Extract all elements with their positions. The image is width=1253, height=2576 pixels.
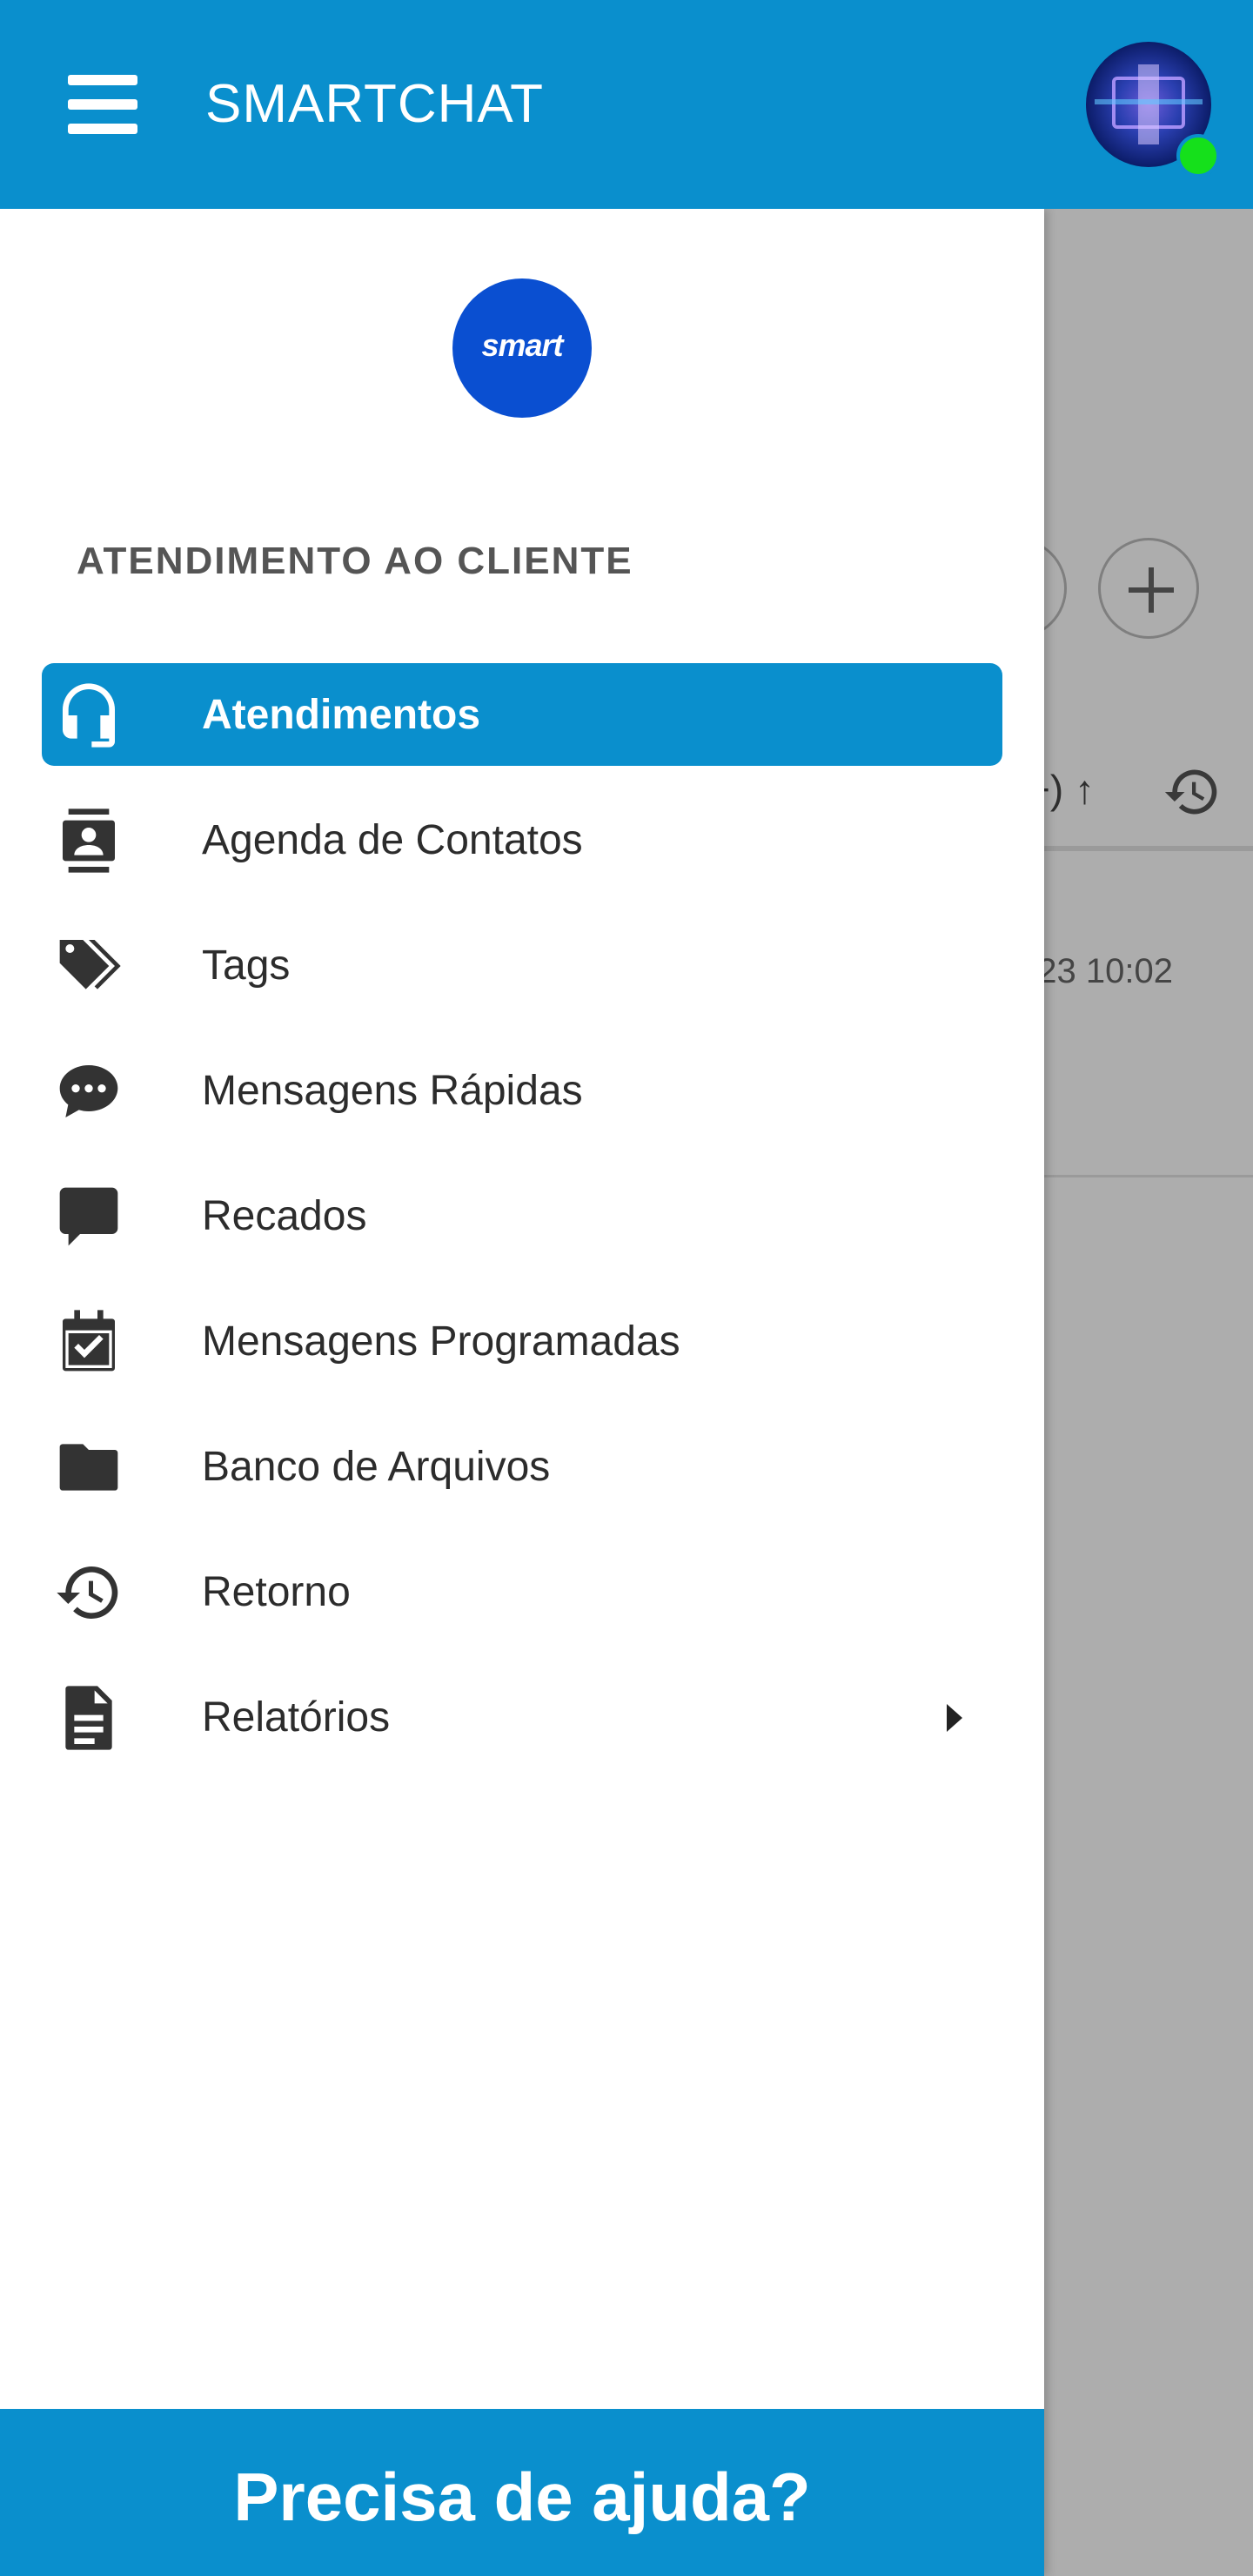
menu-item-label: Atendimentos <box>202 692 481 738</box>
menu-item-label: Retorno <box>202 1569 351 1615</box>
drawer-menu: Atendimentos Agenda de Contatos Tags Men… <box>42 663 1002 1791</box>
headset-icon <box>52 681 125 750</box>
folder-icon <box>52 1432 125 1502</box>
menu-item-label: Mensagens Programadas <box>202 1318 680 1365</box>
calendar-check-icon <box>52 1307 125 1377</box>
menu-item-relatorios[interactable]: Relatórios <box>42 1666 1002 1768</box>
tags-icon <box>52 931 125 1001</box>
menu-item-label: Relatórios <box>202 1694 391 1741</box>
contact-book-icon <box>52 806 125 875</box>
app-bar: SMARTCHAT <box>0 0 1253 209</box>
app-title: SMARTCHAT <box>205 74 545 134</box>
chevron-right-icon[interactable] <box>947 1704 962 1732</box>
navigation-drawer: smart ATENDIMENTO AO CLIENTE Atendimento… <box>0 209 1044 2576</box>
help-button[interactable]: Precisa de ajuda? <box>0 2409 1044 2576</box>
history-icon <box>52 1558 125 1627</box>
hamburger-menu-icon[interactable] <box>68 75 137 134</box>
menu-item-label: Mensagens Rápidas <box>202 1068 583 1114</box>
chat-bubble-dots-icon <box>52 1057 125 1126</box>
menu-item-label: Tags <box>202 943 291 989</box>
online-status-badge <box>1176 134 1220 178</box>
menu-item-mensagens-programadas[interactable]: Mensagens Programadas <box>42 1290 1002 1392</box>
menu-item-agenda-de-contatos[interactable]: Agenda de Contatos <box>42 788 1002 891</box>
menu-item-retorno[interactable]: Retorno <box>42 1540 1002 1643</box>
menu-item-mensagens-rapidas[interactable]: Mensagens Rápidas <box>42 1039 1002 1142</box>
help-label: Precisa de ajuda? <box>233 2459 811 2535</box>
message-square-icon <box>52 1182 125 1251</box>
menu-item-label: Agenda de Contatos <box>202 817 583 863</box>
brand-logo: smart <box>452 278 592 418</box>
menu-item-recados[interactable]: Recados <box>42 1164 1002 1267</box>
menu-item-label: Recados <box>202 1193 367 1239</box>
document-icon <box>52 1683 125 1753</box>
section-title: ATENDIMENTO AO CLIENTE <box>77 540 633 582</box>
menu-item-banco-de-arquivos[interactable]: Banco de Arquivos <box>42 1415 1002 1518</box>
menu-item-tags[interactable]: Tags <box>42 914 1002 1016</box>
menu-item-label: Banco de Arquivos <box>202 1444 551 1490</box>
menu-item-atendimentos[interactable]: Atendimentos <box>42 663 1002 766</box>
